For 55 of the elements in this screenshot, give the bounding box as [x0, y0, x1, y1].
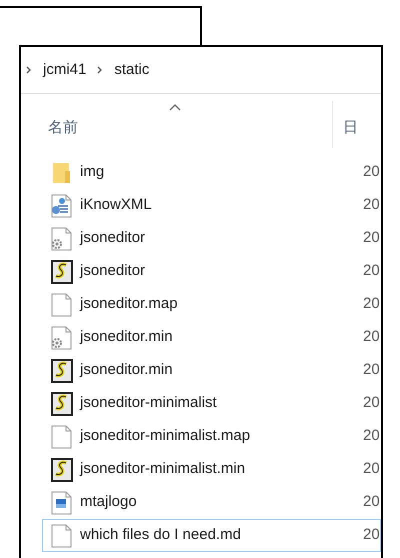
file-name: which files do I need.md: [80, 525, 241, 546]
file-row[interactable]: jsoneditor-minimalist.map 20: [42, 420, 381, 453]
breadcrumb-item[interactable]: static: [114, 58, 150, 82]
date-cell-text: 20: [363, 393, 380, 414]
file-name: jsoneditor.min: [80, 360, 173, 380]
date-cell-text: 20: [363, 525, 380, 546]
document-gear-icon: [51, 326, 73, 350]
date-cell-text: 20: [363, 360, 380, 380]
column-header[interactable]: 名前: [21, 101, 333, 148]
image-file-icon: [51, 490, 73, 514]
file-row[interactable]: which files do I need.md 20: [42, 519, 381, 552]
sort-caret-icon: [169, 103, 181, 111]
document-icon: [51, 524, 73, 548]
script-icon: [51, 458, 73, 482]
document-gear-icon: [51, 194, 73, 218]
file-row[interactable]: iKnowXML 20: [42, 189, 381, 222]
file-name: iKnowXML: [80, 195, 152, 216]
file-name: jsoneditor.min: [80, 327, 173, 348]
date-cell-text: 20: [363, 294, 380, 314]
file-name: img: [80, 162, 104, 182]
breadcrumb-item[interactable]: jcmi41: [43, 58, 86, 82]
date-cell-text: 20: [363, 162, 380, 182]
file-row[interactable]: jsoneditor-minimalist 20: [42, 387, 381, 420]
date-cell-text: 20: [363, 492, 380, 512]
column-header[interactable]: 日: [333, 94, 381, 148]
file-name: jsoneditor: [80, 261, 146, 282]
chevron-icon: [96, 65, 104, 75]
folder-icon: [51, 160, 73, 184]
document-icon: [51, 292, 73, 316]
date-cell-text: 20: [363, 327, 380, 348]
chevron-icon: [25, 65, 33, 75]
date-cell-text: 20: [363, 261, 380, 282]
document-icon: [51, 424, 73, 448]
file-name: jsoneditor-minimalist.map: [80, 426, 250, 446]
script-icon: [51, 392, 73, 416]
date-cell-text: 20: [363, 228, 380, 248]
file-row[interactable]: img 20: [42, 156, 381, 189]
file-name: jsoneditor.map: [80, 294, 178, 314]
file-name: jsoneditor: [80, 228, 146, 248]
file-name: jsoneditor-minimalist.min: [80, 459, 246, 480]
file-name: mtajlogo: [80, 492, 137, 512]
file-row[interactable]: jsoneditor 20: [42, 222, 381, 255]
date-cell-text: 20: [363, 195, 380, 216]
script-icon: [51, 358, 73, 382]
file-row[interactable]: mtajlogo 20: [42, 486, 381, 519]
file-name: jsoneditor-minimalist: [80, 393, 217, 414]
script-icon: [51, 260, 73, 284]
file-row[interactable]: jsoneditor.map 20: [42, 288, 381, 321]
date-cell-text: 20: [363, 459, 380, 480]
file-row[interactable]: jsoneditor.min 20: [42, 321, 381, 354]
file-row[interactable]: jsoneditor 20: [42, 255, 381, 288]
file-row[interactable]: jsoneditor.min 20: [42, 354, 381, 387]
document-gear-icon: [51, 226, 73, 250]
date-cell-text: 20: [363, 426, 380, 446]
file-row[interactable]: jsoneditor-minimalist.min 20: [42, 453, 381, 486]
